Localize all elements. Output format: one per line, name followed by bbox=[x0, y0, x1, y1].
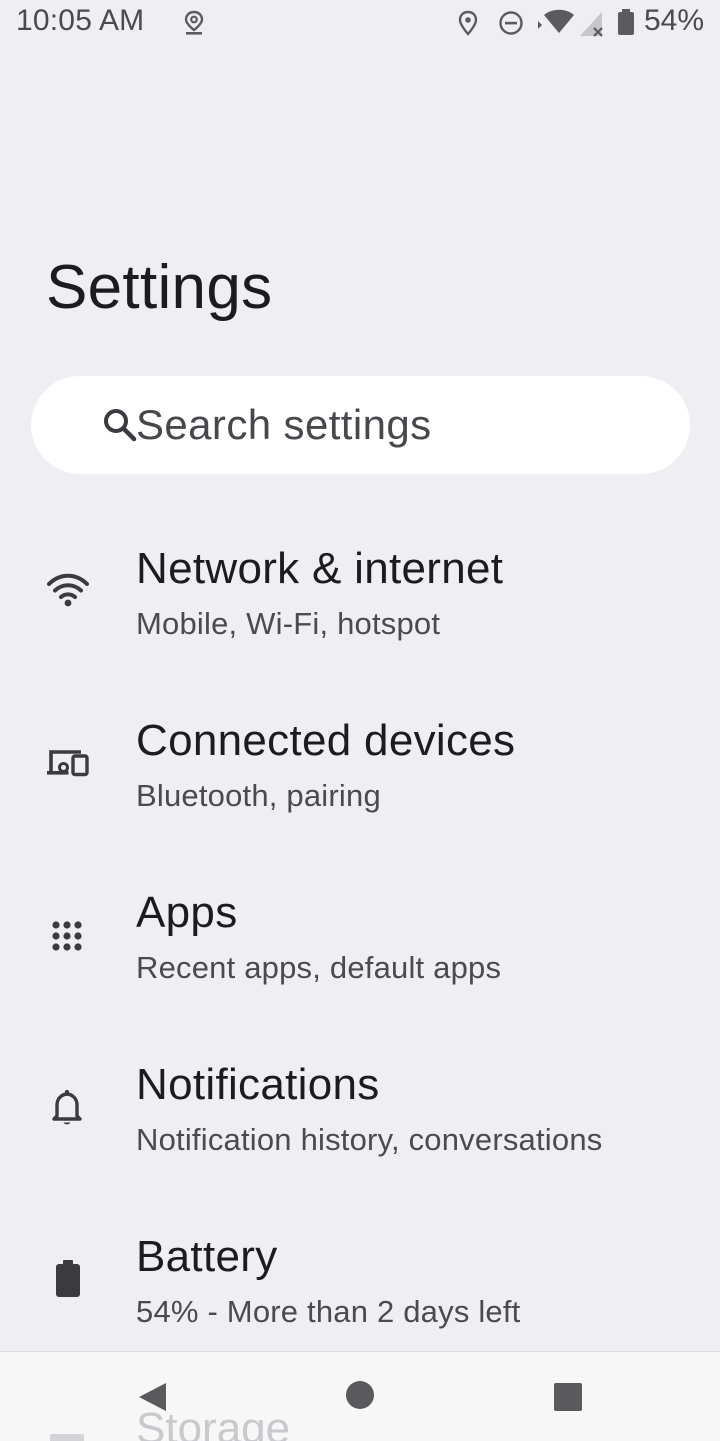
settings-item-network[interactable]: Network & internet Mobile, Wi‑Fi, hotspo… bbox=[0, 520, 720, 692]
settings-item-summary: Notification history, conversations bbox=[136, 1122, 603, 1157]
bell-icon bbox=[52, 1090, 82, 1125]
settings-item-summary: Recent apps, default apps bbox=[136, 950, 502, 985]
settings-item-title: Apps bbox=[136, 888, 238, 937]
status-time: 10:05 AM bbox=[16, 4, 145, 37]
connected-devices-icon bbox=[47, 750, 89, 777]
do-not-disturb-icon bbox=[499, 11, 523, 35]
location-icon bbox=[458, 10, 478, 36]
battery-percent: 54% bbox=[643, 4, 704, 37]
recents-icon[interactable] bbox=[553, 1382, 583, 1412]
wifi-icon bbox=[47, 573, 89, 607]
cell-signal-icon bbox=[580, 12, 603, 37]
settings-item-connected-devices[interactable]: Connected devices Bluetooth, pairing bbox=[0, 692, 720, 864]
settings-item-summary: Mobile, Wi‑Fi, hotspot bbox=[136, 606, 441, 641]
battery-icon bbox=[618, 9, 634, 35]
apps-grid-icon bbox=[52, 921, 82, 951]
settings-item-notifications[interactable]: Notifications Notification history, conv… bbox=[0, 1036, 720, 1208]
settings-item-summary: 54% - More than 2 days left bbox=[136, 1294, 521, 1329]
wifi-icon bbox=[538, 9, 574, 33]
location-pin-outline-icon bbox=[184, 10, 204, 35]
status-bar: 10:05 AM 54% bbox=[0, 0, 720, 50]
settings-item-apps[interactable]: Apps Recent apps, default apps bbox=[0, 864, 720, 1036]
navigation-bar: Storage bbox=[0, 1351, 720, 1441]
settings-item-summary: Bluetooth, pairing bbox=[136, 778, 381, 813]
battery-icon bbox=[56, 1260, 80, 1297]
settings-item-title: Network & internet bbox=[136, 544, 504, 593]
home-icon[interactable] bbox=[345, 1380, 375, 1410]
search-placeholder: Search settings bbox=[136, 401, 432, 448]
settings-item-title: Battery bbox=[136, 1232, 278, 1281]
search-icon bbox=[104, 409, 137, 442]
search-input[interactable]: Search settings bbox=[31, 376, 690, 474]
settings-item-title: Connected devices bbox=[136, 716, 516, 765]
back-icon[interactable] bbox=[136, 1380, 168, 1414]
settings-item-title: Notifications bbox=[136, 1060, 380, 1109]
page-title: Settings bbox=[46, 253, 273, 322]
